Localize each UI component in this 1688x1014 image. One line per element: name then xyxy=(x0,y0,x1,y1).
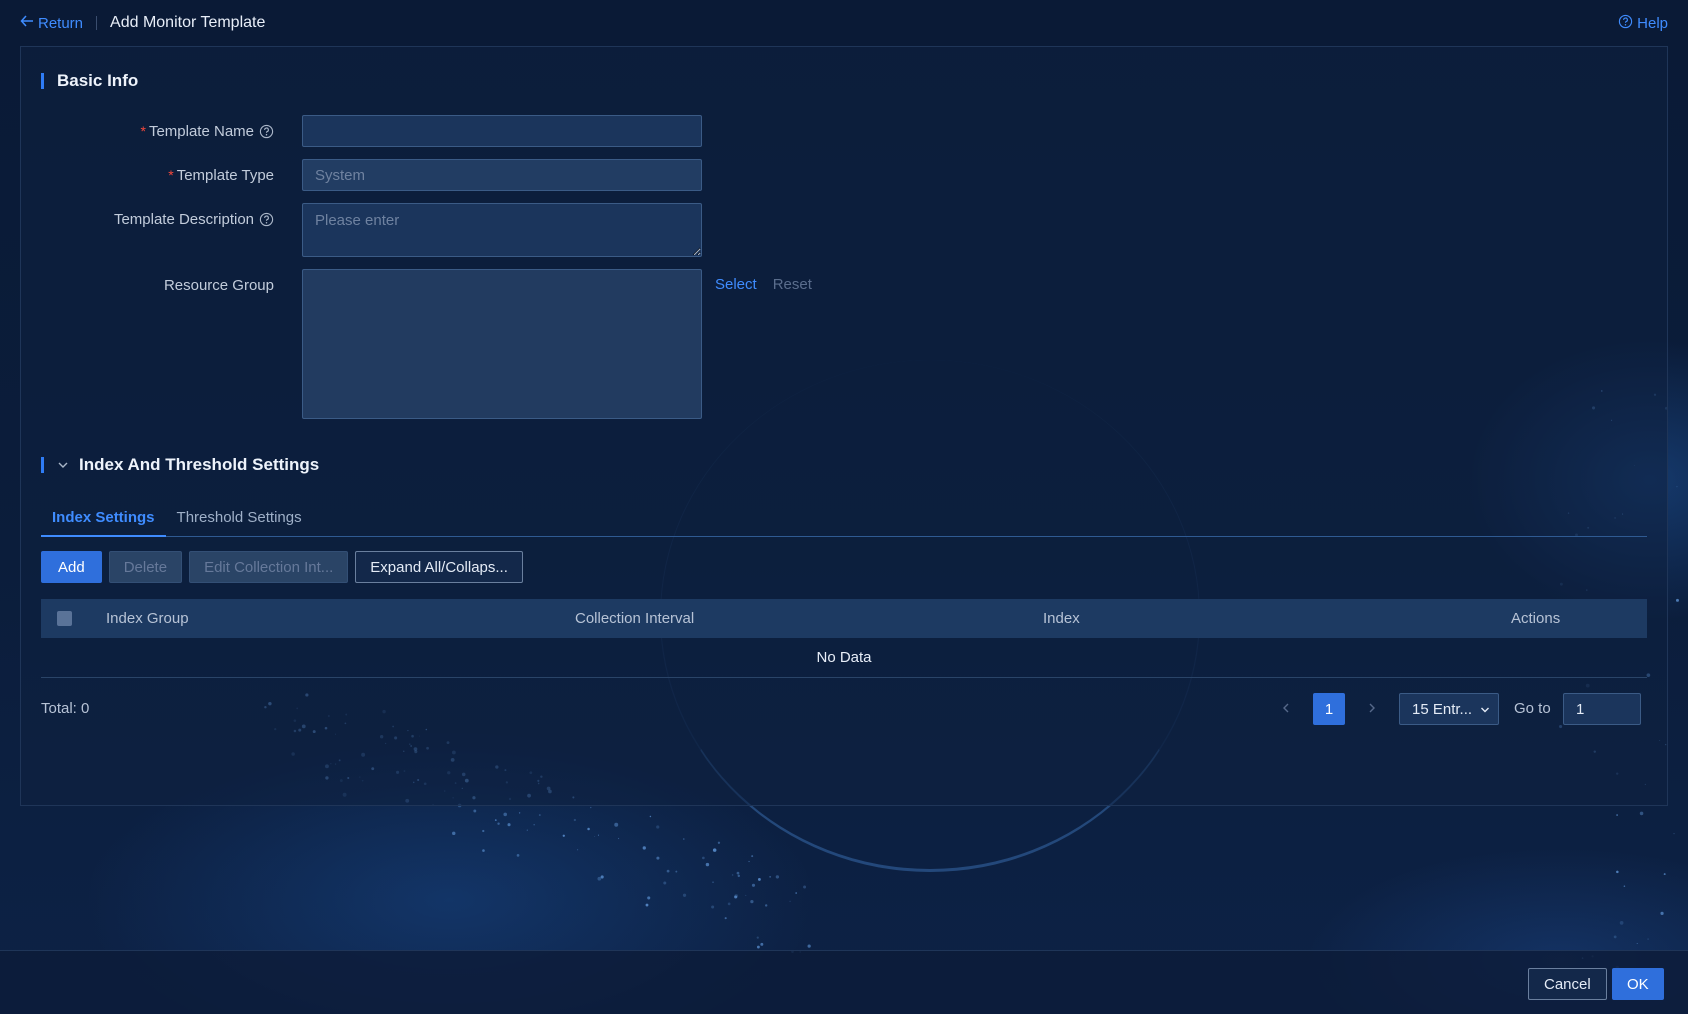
expand-collapse-button[interactable]: Expand All/Collaps... xyxy=(355,551,523,583)
page-title: Add Monitor Template xyxy=(110,14,266,31)
template-type-label-wrap: * Template Type xyxy=(21,159,274,191)
index-threshold-header[interactable]: Index And Threshold Settings xyxy=(41,455,319,475)
divider xyxy=(96,16,98,30)
question-circle-icon xyxy=(1618,14,1637,33)
chevron-down-icon[interactable] xyxy=(57,459,69,471)
ok-button[interactable]: OK xyxy=(1612,968,1664,1000)
resource-group-label: Resource Group xyxy=(163,276,274,294)
return-link[interactable]: Return xyxy=(20,14,83,32)
template-name-label: Template Name xyxy=(148,122,254,140)
column-index: Index xyxy=(1043,610,1080,627)
resource-group-box[interactable] xyxy=(302,269,702,419)
tab-threshold-settings[interactable]: Threshold Settings xyxy=(166,503,313,537)
template-type-row: * Template Type System xyxy=(21,159,702,191)
template-description-textarea[interactable] xyxy=(302,203,702,257)
column-collection-interval: Collection Interval xyxy=(575,610,695,627)
question-circle-icon[interactable] xyxy=(259,124,274,139)
add-button[interactable]: Add xyxy=(41,551,102,583)
table-header: Index Group Collection Interval Index Ac… xyxy=(41,599,1647,638)
pagination: 1 xyxy=(1281,693,1377,725)
template-name-input[interactable] xyxy=(302,115,702,147)
template-type-label: Template Type xyxy=(176,166,274,184)
question-circle-icon[interactable] xyxy=(259,212,274,227)
goto-page-input[interactable] xyxy=(1563,693,1641,725)
chevron-left-icon[interactable] xyxy=(1281,701,1291,717)
required-marker: * xyxy=(140,123,146,139)
resource-group-label-wrap: Resource Group xyxy=(21,269,274,301)
column-actions: Actions xyxy=(1511,610,1561,627)
help-label: Help xyxy=(1637,15,1668,32)
template-description-row: Template Description xyxy=(21,203,702,257)
section-accent-bar xyxy=(41,457,44,473)
footer-bar: Cancel OK xyxy=(0,950,1688,1014)
template-description-label: Template Description xyxy=(113,210,254,228)
goto-label: Go to xyxy=(1514,700,1551,717)
template-name-row: * Template Name xyxy=(21,115,702,147)
edit-collection-interval-button[interactable]: Edit Collection Int... xyxy=(189,551,349,583)
index-table: Index Group Collection Interval Index Ac… xyxy=(41,599,1647,678)
page-size-label: 15 Entr... xyxy=(1412,700,1473,718)
index-toolbar: Add Delete Edit Collection Int... Expand… xyxy=(41,551,530,583)
column-index-group: Index Group xyxy=(106,610,189,627)
page-1-button[interactable]: 1 xyxy=(1313,693,1345,725)
delete-button[interactable]: Delete xyxy=(108,551,183,583)
select-link[interactable]: Select xyxy=(715,276,757,293)
reset-link[interactable]: Reset xyxy=(773,276,812,293)
resource-group-actions: Select Reset xyxy=(715,269,812,419)
total-count: Total: 0 xyxy=(41,700,90,717)
table-empty-state: No Data xyxy=(41,638,1647,678)
required-marker: * xyxy=(168,167,174,183)
main-panel: Basic Info * Template Name * Template Ty… xyxy=(20,46,1668,806)
return-label: Return xyxy=(38,14,84,32)
basic-info-title: Basic Info xyxy=(57,71,139,90)
index-threshold-title: Index And Threshold Settings xyxy=(79,455,320,474)
template-type-field: System xyxy=(302,159,702,191)
arrow-left-icon xyxy=(20,14,38,32)
tab-index-settings[interactable]: Index Settings xyxy=(41,503,166,537)
page-size-select[interactable]: 15 Entr... xyxy=(1399,693,1499,725)
template-name-label-wrap: * Template Name xyxy=(21,115,274,147)
help-link[interactable]: Help xyxy=(1618,14,1668,33)
resource-group-row: Resource Group Select Reset xyxy=(21,269,812,419)
cancel-button[interactable]: Cancel xyxy=(1528,968,1607,1000)
top-bar: Return Add Monitor Template xyxy=(0,0,1688,46)
basic-info-header: Basic Info xyxy=(41,71,138,91)
chevron-right-icon[interactable] xyxy=(1367,701,1377,717)
section-accent-bar xyxy=(41,73,44,89)
template-description-label-wrap: Template Description xyxy=(21,203,274,235)
select-all-checkbox[interactable] xyxy=(57,611,72,626)
settings-tabs: Index Settings Threshold Settings xyxy=(41,503,1647,537)
